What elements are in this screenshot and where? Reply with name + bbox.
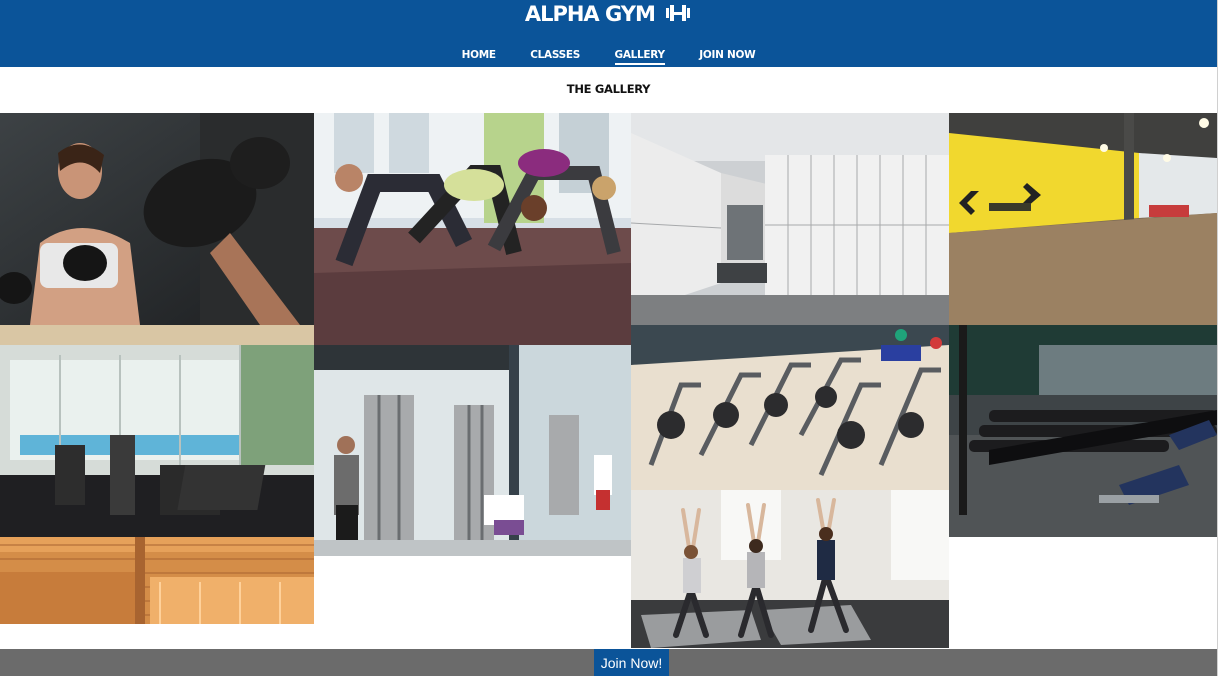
site-logo[interactable]: ALPHA GYM (0, 2, 1217, 26)
join-now-button[interactable]: Join Now! (594, 649, 669, 676)
photo-cable-machines (314, 345, 631, 556)
dumbbell-icon (664, 3, 692, 23)
photo-dumbbell-rack (949, 325, 1217, 537)
photo-locker-room (631, 113, 949, 325)
photo-yoga-class (631, 490, 949, 648)
photo-treadmill-room (0, 325, 314, 537)
main-nav: HOME CLASSES GALLERY JOIN NOW (0, 45, 1217, 65)
brand-name: ALPHA GYM (524, 2, 656, 26)
nav-join-now[interactable]: JOIN NOW (699, 49, 755, 63)
photo-studio-room (949, 113, 1217, 325)
photo-sauna (0, 537, 314, 624)
photo-spin-bikes (631, 325, 949, 490)
nav-classes[interactable]: CLASSES (530, 49, 580, 63)
photo-boxing-training (0, 113, 314, 325)
photo-bear-crawl-class (314, 113, 631, 345)
nav-gallery[interactable]: GALLERY (614, 49, 665, 65)
gallery-title: THE GALLERY (566, 82, 651, 96)
site-header: ALPHA GYM HOME CLASSES GALLERY JOIN NOW (0, 0, 1217, 67)
nav-home[interactable]: HOME (462, 49, 496, 63)
